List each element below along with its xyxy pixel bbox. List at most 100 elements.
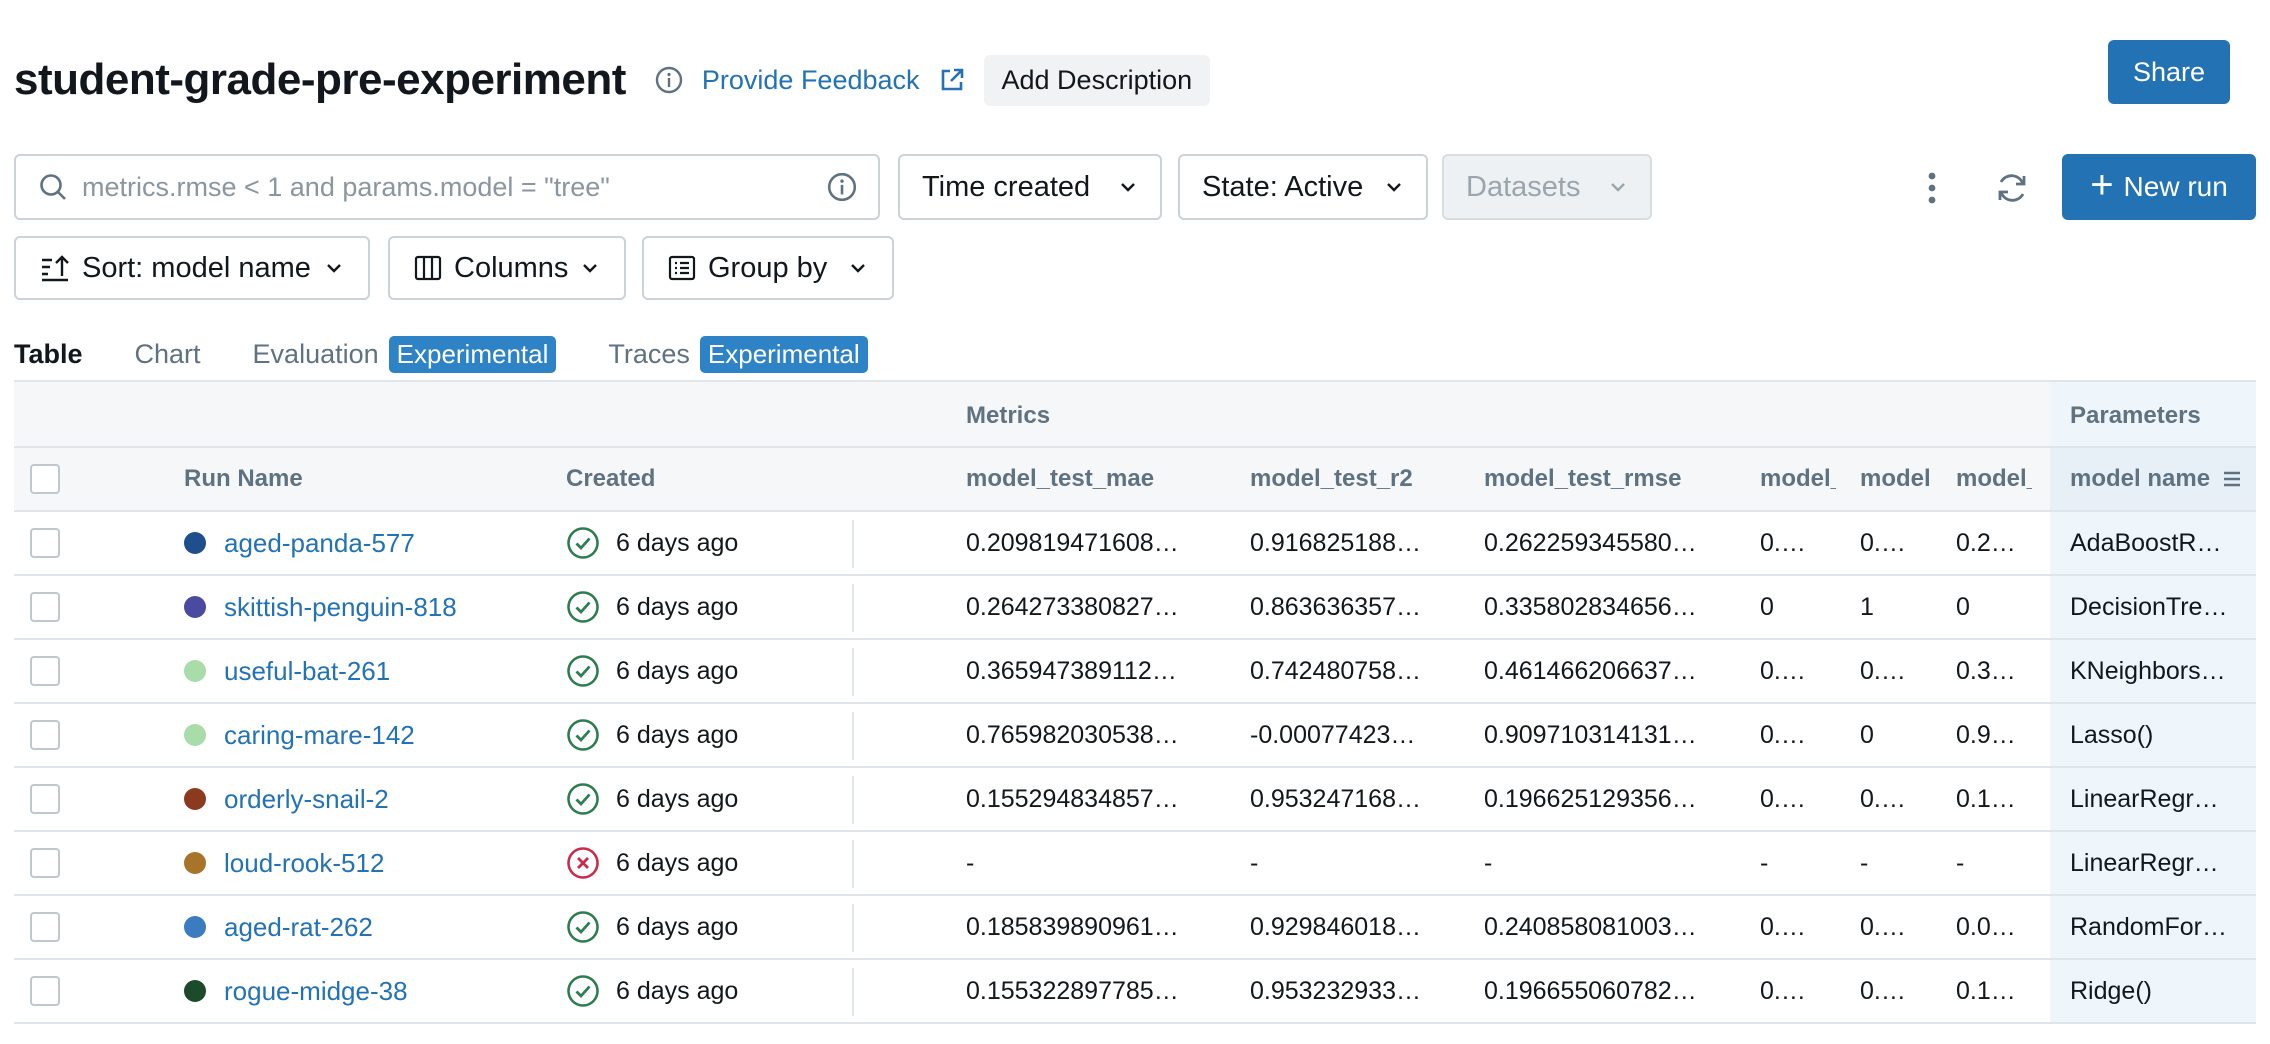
table-body: aged-panda-577 6 days ago 0.209819471608… 0… — [14, 512, 2256, 1024]
info-icon[interactable] — [654, 65, 684, 95]
created-value: 6 days ago — [616, 976, 739, 1005]
row-checkbox[interactable] — [30, 848, 60, 878]
state-dropdown[interactable]: State: Active — [1178, 154, 1428, 220]
metric-cell: 0.… — [1760, 656, 1806, 685]
sort-icon — [42, 255, 69, 282]
provide-feedback-link[interactable]: Provide Feedback — [702, 65, 966, 96]
model-name-cell: DecisionTre… — [2050, 576, 2256, 638]
created-cell: 6 days ago — [566, 576, 846, 638]
row-select-cell — [30, 896, 66, 958]
run-name-cell: useful-bat-261 — [184, 640, 564, 702]
share-button[interactable]: Share — [2108, 40, 2230, 104]
search-icon — [40, 174, 66, 200]
run-color-dot — [184, 916, 206, 938]
tab-chart[interactable]: Chart — [135, 330, 201, 378]
table-row[interactable]: rogue-midge-38 6 days ago 0.155322897785… 0… — [14, 960, 2256, 1024]
tab-evaluation[interactable]: Evaluation Experimental — [253, 330, 557, 378]
table-row[interactable]: skittish-penguin-818 6 days ago 0.26427338… — [14, 576, 2256, 640]
created-value: 6 days ago — [616, 784, 739, 813]
run-name-link[interactable]: orderly-snail-2 — [224, 784, 389, 815]
column-header-model-test-r2[interactable]: model_test_r2 — [1250, 448, 1470, 510]
tab-table[interactable]: Table — [14, 330, 83, 388]
select-all-checkbox[interactable] — [30, 464, 60, 494]
more-options-icon[interactable] — [1914, 170, 1950, 206]
column-header-created[interactable]: Created — [566, 448, 846, 510]
search-input[interactable]: metrics.rmse < 1 and params.model = "tre… — [14, 154, 880, 220]
check-circle-icon — [567, 527, 599, 559]
tab-label: Evaluation — [252, 338, 379, 369]
sort-dropdown[interactable]: Sort: model name — [14, 236, 370, 300]
page-title: student-grade-pre-experiment — [14, 55, 626, 104]
table-row[interactable]: aged-rat-262 6 days ago 0.185839890961… 0.9… — [14, 896, 2256, 960]
search-info-icon[interactable] — [826, 171, 858, 203]
metric-cell: 0.… — [1860, 912, 1906, 941]
table-row[interactable]: useful-bat-261 6 days ago 0.365947389112… 0… — [14, 640, 2256, 704]
column-header-metric-truncated-1[interactable]: model_ — [1760, 448, 1836, 510]
time-created-dropdown[interactable]: Time created — [898, 154, 1162, 220]
tab-label: Traces — [608, 338, 690, 369]
column-separator — [852, 712, 854, 760]
external-link-icon — [941, 68, 963, 91]
new-run-button[interactable]: + New run — [2062, 154, 2256, 220]
column-header-run-name[interactable]: Run Name — [184, 448, 564, 510]
column-header-metric-truncated-2[interactable]: model — [1860, 448, 1936, 510]
row-checkbox[interactable] — [30, 784, 60, 814]
created-cell: 6 days ago — [566, 832, 846, 894]
model-test-rmse-cell: 0.240858081003… — [1484, 912, 1697, 941]
column-separator — [852, 584, 854, 632]
tab-traces[interactable]: Traces Experimental — [608, 330, 868, 378]
metric-cell: 0 — [1760, 592, 1774, 621]
table-row[interactable]: loud-rook-512 6 days ago - - - - - - LinearRegr… — [14, 832, 2256, 896]
metric-cell: 0.… — [1760, 784, 1806, 813]
row-checkbox[interactable] — [30, 976, 60, 1006]
created-value: 6 days ago — [616, 720, 739, 749]
table-row[interactable]: aged-panda-577 6 days ago 0.209819471608… 0… — [14, 512, 2256, 576]
created-value: 6 days ago — [616, 656, 739, 685]
run-name-link[interactable]: useful-bat-261 — [224, 656, 390, 687]
add-description-button[interactable]: Add Description — [983, 54, 1211, 106]
group-by-dropdown[interactable]: Group by — [642, 236, 894, 300]
metric-cell: 0.… — [1760, 720, 1806, 749]
page-header: student-grade-pre-experiment Provide Fee… — [14, 40, 1211, 120]
created-value: 6 days ago — [616, 848, 739, 877]
run-name-link[interactable]: loud-rook-512 — [224, 848, 384, 879]
metric-cell: - — [1956, 848, 1965, 877]
metric-cell: 0.… — [1760, 912, 1806, 941]
created-cell: 6 days ago — [566, 512, 846, 574]
datasets-dropdown[interactable]: Datasets — [1442, 154, 1652, 220]
refresh-icon[interactable] — [1994, 170, 2030, 206]
model-test-r2-cell: 0.742480758… — [1250, 656, 1421, 685]
row-checkbox[interactable] — [30, 656, 60, 686]
experimental-badge: Experimental — [699, 335, 868, 373]
row-select-cell — [30, 832, 66, 894]
table-row[interactable]: caring-mare-142 6 days ago 0.765982030538…… — [14, 704, 2256, 768]
run-name-link[interactable]: aged-rat-262 — [224, 912, 373, 943]
row-checkbox[interactable] — [30, 528, 60, 558]
column-header-model-name[interactable]: model name — [2050, 448, 2256, 510]
row-checkbox[interactable] — [30, 912, 60, 942]
run-name-link[interactable]: caring-mare-142 — [224, 720, 415, 751]
model-test-mae-cell: - — [966, 848, 975, 877]
created-cell: 6 days ago — [566, 768, 846, 830]
model-test-mae-cell: 0.155294834857… — [966, 784, 1179, 813]
column-group-header-row: Metrics Parameters — [14, 382, 2256, 448]
run-color-dot — [184, 852, 206, 874]
model-test-r2-cell: 0.929846018… — [1250, 912, 1421, 941]
row-checkbox[interactable] — [30, 720, 60, 750]
column-header-metric-truncated-3[interactable]: model_t — [1956, 448, 2032, 510]
column-header-model-test-rmse[interactable]: model_test_rmse — [1484, 448, 1734, 510]
run-name-link[interactable]: skittish-penguin-818 — [224, 592, 457, 623]
row-checkbox[interactable] — [30, 592, 60, 622]
metric-cell: - — [1760, 848, 1769, 877]
run-name-link[interactable]: rogue-midge-38 — [224, 976, 408, 1007]
column-header-model-test-mae[interactable]: model_test_mae — [966, 448, 1236, 510]
columns-dropdown[interactable]: Columns — [388, 236, 626, 300]
run-name-cell: orderly-snail-2 — [184, 768, 564, 830]
provide-feedback-label: Provide Feedback — [701, 64, 920, 95]
check-circle-icon — [567, 719, 599, 751]
run-name-cell: rogue-midge-38 — [184, 960, 564, 1022]
column-menu-icon[interactable] — [2224, 469, 2241, 489]
table-row[interactable]: orderly-snail-2 6 days ago 0.155294834857…… — [14, 768, 2256, 832]
run-name-link[interactable]: aged-panda-577 — [224, 528, 415, 559]
created-cell: 6 days ago — [566, 704, 846, 766]
